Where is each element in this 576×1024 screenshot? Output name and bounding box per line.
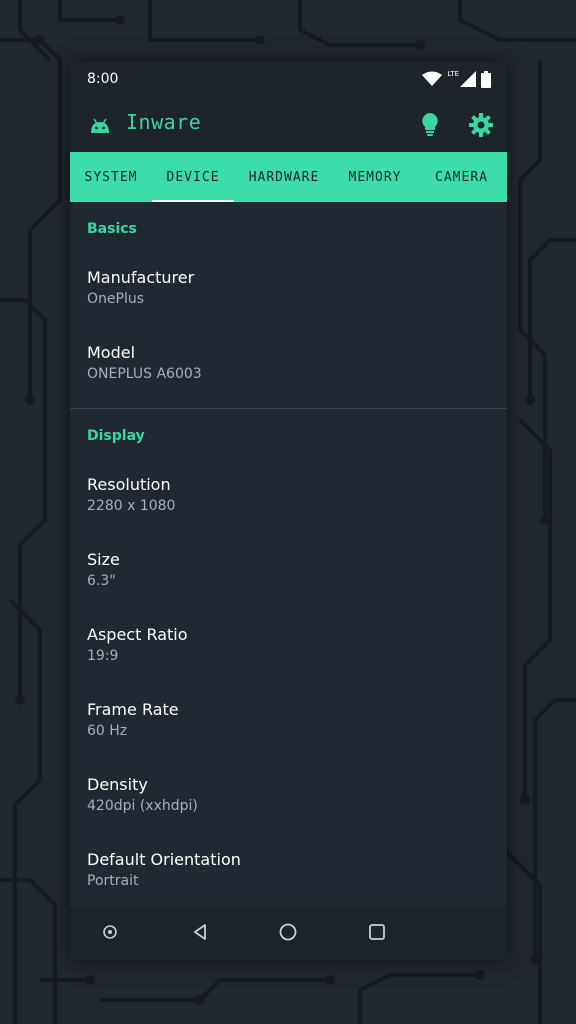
battery-icon — [481, 70, 491, 88]
tab-bar: SYSTEM DEVICE HARDWARE MEMORY CAMERA — [70, 152, 507, 202]
list-item-size[interactable]: Size 6.3" — [70, 538, 507, 613]
tab-hardware[interactable]: HARDWARE — [234, 152, 334, 202]
signal-icon — [460, 71, 476, 87]
lightbulb-icon[interactable] — [417, 111, 443, 137]
item-value: 6.3" — [87, 573, 116, 589]
item-label: Default Orientation — [87, 850, 241, 869]
item-label: Manufacturer — [87, 268, 195, 287]
recents-icon[interactable] — [365, 920, 389, 944]
section-header-display: Display — [87, 428, 145, 444]
item-value: 60 Hz — [87, 723, 128, 739]
item-label: Aspect Ratio — [87, 625, 188, 644]
list-item-model[interactable]: Model ONEPLUS A6003 — [70, 331, 507, 406]
list-item-default-orientation[interactable]: Default Orientation Portrait — [70, 838, 507, 913]
status-time: 8:00 — [87, 71, 119, 87]
list-item-density[interactable]: Density 420dpi (xxhdpi) — [70, 763, 507, 838]
status-bar: 8:00 LTE — [70, 62, 507, 96]
item-label: Size — [87, 550, 120, 569]
tab-memory[interactable]: MEMORY — [334, 152, 416, 202]
tab-camera[interactable]: CAMERA — [416, 152, 507, 202]
item-label: Model — [87, 343, 136, 362]
device-info-list: Basics Manufacturer OnePlus Model ONEPLU… — [70, 202, 507, 913]
item-value: 420dpi (xxhdpi) — [87, 798, 198, 814]
item-label: Density — [87, 775, 148, 794]
home-icon[interactable] — [276, 920, 300, 944]
list-item-aspect-ratio[interactable]: Aspect Ratio 19:9 — [70, 613, 507, 688]
section-header-basics: Basics — [87, 221, 137, 237]
assistant-icon[interactable] — [98, 920, 122, 944]
item-value: Portrait — [87, 873, 139, 889]
app-bar: Inware — [70, 96, 507, 152]
item-label: Resolution — [87, 475, 171, 494]
wifi-icon — [422, 71, 443, 86]
system-nav-bar — [70, 906, 507, 960]
list-item-frame-rate[interactable]: Frame Rate 60 Hz — [70, 688, 507, 763]
item-value: OnePlus — [87, 291, 145, 307]
app-screen: 8:00 LTE Inware SYSTEM DEVICE HARDWARE M… — [70, 62, 507, 960]
tab-device[interactable]: DEVICE — [152, 152, 234, 202]
item-label: Frame Rate — [87, 700, 179, 719]
item-value: 2280 x 1080 — [87, 498, 176, 514]
list-item-resolution[interactable]: Resolution 2280 x 1080 — [70, 463, 507, 538]
status-icons: LTE — [422, 70, 491, 88]
android-icon — [91, 118, 109, 133]
item-value: 19:9 — [87, 648, 119, 664]
tab-system[interactable]: SYSTEM — [70, 152, 152, 202]
app-title: Inware — [126, 110, 202, 134]
network-type-label: LTE — [447, 70, 459, 78]
list-item-manufacturer[interactable]: Manufacturer OnePlus — [70, 256, 507, 331]
item-value: ONEPLUS A6003 — [87, 366, 202, 382]
back-icon[interactable] — [188, 920, 212, 944]
gear-icon[interactable] — [468, 112, 494, 138]
